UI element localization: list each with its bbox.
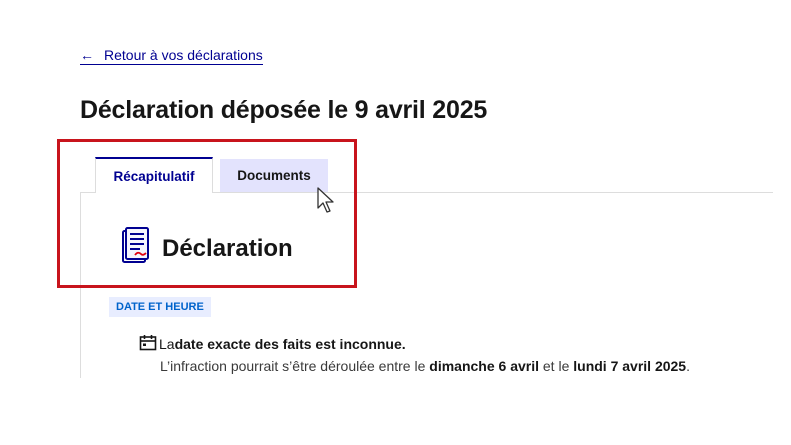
range-end-date: lundi 7 avril 2025 — [573, 358, 687, 374]
range-suffix: . — [686, 358, 690, 374]
tab-label: Documents — [237, 168, 311, 183]
date-time-badge: DATE ET HEURE — [109, 297, 211, 317]
date-info-bold: date exacte des faits est inconnue. — [174, 336, 406, 352]
range-prefix: L’infraction pourrait s’être déroulée en… — [160, 358, 430, 374]
section-title: Déclaration — [162, 234, 293, 262]
document-form-icon — [120, 227, 150, 270]
tab-recapitulatif[interactable]: Récapitulatif — [95, 157, 213, 193]
date-info-prefix: La — [159, 336, 175, 352]
range-start-date: dimanche 6 avril — [429, 358, 539, 374]
calendar-icon — [139, 334, 159, 354]
tab-documents[interactable]: Documents — [220, 159, 328, 192]
back-link[interactable]: ← Retour à vos déclarations — [80, 47, 263, 65]
panel-border — [80, 192, 81, 378]
tab-label: Récapitulatif — [113, 168, 195, 184]
section-heading: Déclaration — [120, 227, 293, 270]
mouse-pointer-icon — [317, 187, 339, 220]
date-info-line: La date exacte des faits est inconnue. — [139, 334, 406, 354]
back-link-label: Retour à vos déclarations — [104, 47, 263, 63]
arrow-left-icon: ← — [80, 47, 94, 63]
page-title: Déclaration déposée le 9 avril 2025 — [80, 96, 488, 124]
date-range-text: L’infraction pourrait s’être déroulée en… — [160, 358, 690, 374]
range-mid: et le — [539, 358, 574, 374]
